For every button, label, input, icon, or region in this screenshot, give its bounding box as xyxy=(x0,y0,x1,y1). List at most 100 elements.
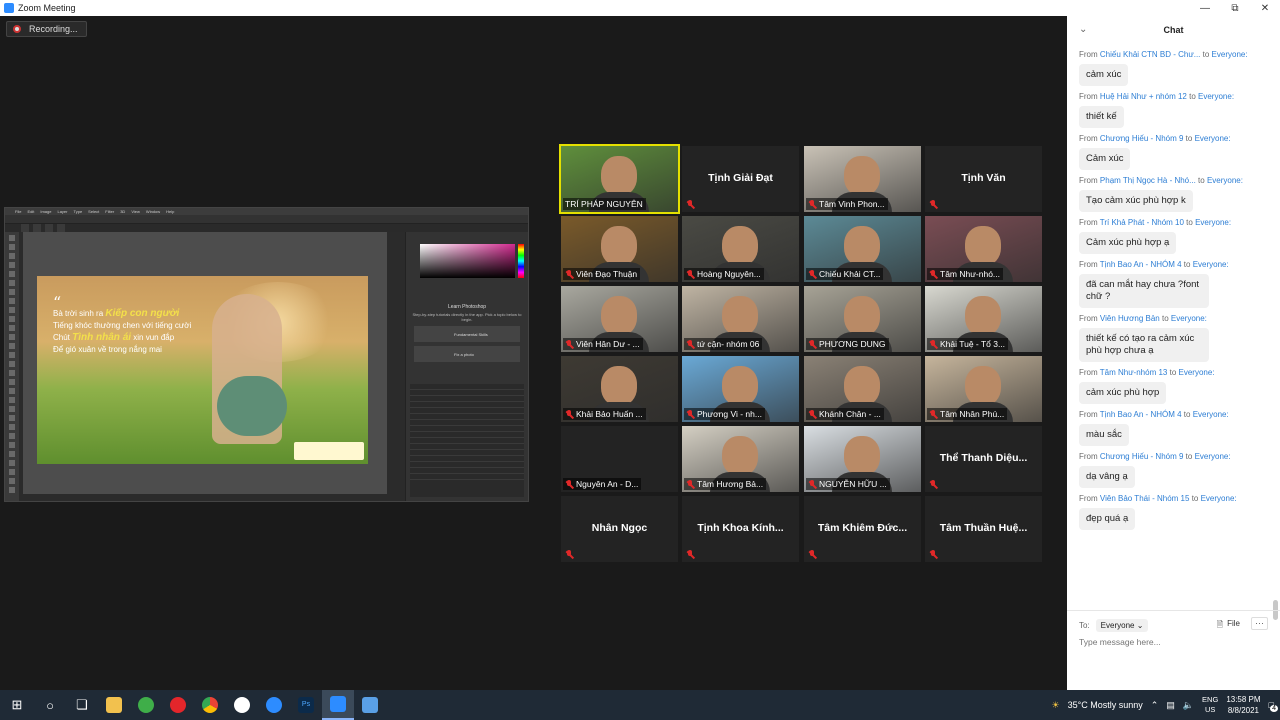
muted-mic-icon xyxy=(808,199,816,209)
participant-caption: Tâm Hương Bả... xyxy=(684,478,767,490)
chevron-down-icon[interactable]: ⌄ xyxy=(1079,24,1087,35)
network-icon[interactable]: ▤ xyxy=(1166,700,1175,711)
chat-sender-line: From Chương Hiếu - Nhóm 9 to Everyone: xyxy=(1079,134,1231,143)
recording-indicator[interactable]: Recording... xyxy=(6,21,87,37)
minimize-icon[interactable]: — xyxy=(1190,3,1220,14)
participant-caption: PHƯƠNG DUNG xyxy=(806,338,889,350)
chat-sender[interactable]: Tâm Như-nhóm 13 xyxy=(1100,368,1168,377)
shared-screen[interactable]: File Edit Image Layer Type Select Filter 3D View… xyxy=(4,207,529,502)
muted-mic-icon xyxy=(686,550,694,559)
file-explorer-icon[interactable] xyxy=(98,690,130,720)
file-button[interactable]: 🗎 File xyxy=(1217,619,1240,633)
chevron-up-icon[interactable]: ⌃ xyxy=(1151,700,1159,711)
volume-icon[interactable]: 🔈 xyxy=(1183,700,1194,711)
chat-sender[interactable]: Chương Hiếu - Nhóm 9 xyxy=(1100,134,1184,143)
chat-recipient: Everyone: xyxy=(1178,368,1215,377)
chat-sender[interactable]: Viên Hương Bản xyxy=(1100,314,1160,323)
participant-tile[interactable]: Tâm Hương Bả... xyxy=(682,426,799,492)
weather-icon: ☀ xyxy=(1051,699,1060,710)
participant-tile[interactable]: Nhân Ngọc xyxy=(561,496,678,562)
participant-tile[interactable]: Tịnh Khoa Kính... xyxy=(682,496,799,562)
chat-sender[interactable]: Huệ Hải Như + nhóm 12 xyxy=(1100,92,1187,101)
messenger-icon[interactable] xyxy=(226,690,258,720)
participant-tile[interactable]: tứ cận- nhóm 06 xyxy=(682,286,799,352)
restore-icon[interactable]: ⧉ xyxy=(1220,3,1250,14)
participant-tile[interactable]: Khải Bảo Huấn ... xyxy=(561,356,678,422)
windows-start-icon[interactable]: ⊞ xyxy=(0,690,34,720)
muted-mic-icon xyxy=(808,479,816,489)
photoshop-menu-item: Filter xyxy=(105,209,115,214)
participant-tile[interactable]: Hoàng Nguyên... xyxy=(682,216,799,282)
chat-message-text: đã can mắt hay chưa ?font chữ ? xyxy=(1079,274,1209,308)
participant-tile[interactable]: Tịnh Giải Đạt xyxy=(682,146,799,212)
participant-tile[interactable]: Thể Thanh Diệu... xyxy=(925,426,1042,492)
chrome-icon[interactable] xyxy=(194,690,226,720)
photoshop-options-bar xyxy=(5,215,528,224)
app-green-icon[interactable] xyxy=(130,690,162,720)
chat-scrollbar[interactable] xyxy=(1273,50,1278,620)
participant-tile[interactable]: PHƯƠNG DUNG xyxy=(804,286,921,352)
participant-tile[interactable]: Tâm Khiêm Đức... xyxy=(804,496,921,562)
weather-text[interactable]: 35°C Mostly sunny xyxy=(1068,700,1143,710)
photoshop-document-tabs xyxy=(5,224,528,232)
chat-recipient: Everyone: xyxy=(1198,92,1235,101)
participant-tile[interactable]: Tâm Vinh Phon... xyxy=(804,146,921,212)
participant-tile[interactable]: Chiếu Khải CT... xyxy=(804,216,921,282)
close-icon[interactable]: ✕ xyxy=(1250,3,1280,14)
participant-tile[interactable]: Phương Vi - nh... xyxy=(682,356,799,422)
chat-message-text: đẹp quá ạ xyxy=(1079,508,1136,530)
participant-tile[interactable]: Tâm Nhân Phú... xyxy=(925,356,1042,422)
chat-sender[interactable]: Viên Bảo Thái - Nhóm 15 xyxy=(1100,494,1190,503)
participant-tile[interactable]: Viên Hân Dư - ... xyxy=(561,286,678,352)
more-options-icon[interactable]: ⋯ xyxy=(1251,617,1268,630)
muted-mic-icon xyxy=(929,200,937,209)
participant-tile[interactable]: Viên Đạo Thuận xyxy=(561,216,678,282)
zoom-taskbar-icon[interactable] xyxy=(258,690,290,720)
chat-message: From Huệ Hải Như + nhóm 12 to Everyone: t… xyxy=(1079,90,1270,128)
participant-caption: tứ cận- nhóm 06 xyxy=(684,338,763,350)
participant-caption xyxy=(563,549,579,560)
participant-tile[interactable]: Tịnh Văn xyxy=(925,146,1042,212)
participant-name-large: Tâm Khiêm Đức... xyxy=(817,522,908,534)
recipient-select[interactable]: Everyone ⌄ xyxy=(1095,619,1149,632)
chat-message-input[interactable] xyxy=(1079,637,1259,647)
search-icon[interactable]: ○ xyxy=(34,690,66,720)
participant-caption: Hoàng Nguyên... xyxy=(684,268,764,280)
participant-tile[interactable]: Khải Tuệ - Tổ 3... xyxy=(925,286,1042,352)
language-indicator[interactable]: ENG US xyxy=(1202,695,1218,715)
zoom-meeting-taskbar-icon[interactable] xyxy=(322,690,354,720)
notification-icon[interactable]: □4 xyxy=(1269,700,1278,712)
chat-sender[interactable]: Tịnh Bao An - NHÓM 4 xyxy=(1100,260,1182,269)
recipient-row: To: Everyone ⌄ xyxy=(1079,619,1149,632)
participant-caption: Tâm Vinh Phon... xyxy=(806,198,888,210)
participant-tile[interactable]: Nguyên An - D... xyxy=(561,426,678,492)
photoshop-menu-bar: File Edit Image Layer Type Select Filter 3D View… xyxy=(5,208,528,215)
chat-recipient: Everyone: xyxy=(1211,50,1248,59)
chat-sender[interactable]: Tịnh Bao An - NHÓM 4 xyxy=(1100,410,1182,419)
participant-tile[interactable]: Khánh Chân - ... xyxy=(804,356,921,422)
participant-tile[interactable]: TRÍ PHÁP NGUYÊN xyxy=(559,144,680,214)
chat-sender[interactable]: Phạm Thị Ngọc Hà - Nhó... xyxy=(1100,176,1196,185)
muted-mic-icon xyxy=(929,339,937,349)
zoom-app-icon xyxy=(4,3,14,13)
clock[interactable]: 13:58 PM 8/8/2021 xyxy=(1226,694,1260,716)
participant-tile[interactable]: NGUYỄN HỮU ... xyxy=(804,426,921,492)
chat-sender[interactable]: Trí Khả Phát - Nhóm 10 xyxy=(1100,218,1184,227)
photoshop-menu-item: Image xyxy=(40,209,52,214)
participant-caption: Chiếu Khải CT... xyxy=(806,268,884,280)
participant-tile[interactable]: Tâm Như-nhó... xyxy=(925,216,1042,282)
app-blue-icon[interactable] xyxy=(354,690,386,720)
chat-sender[interactable]: Chương Hiếu - Nhóm 9 xyxy=(1100,452,1184,461)
opera-icon[interactable] xyxy=(162,690,194,720)
participant-caption: NGUYỄN HỮU ... xyxy=(806,478,890,490)
task-view-icon[interactable]: ❏ xyxy=(66,690,98,720)
participant-tile[interactable]: Tâm Thuần Huệ... xyxy=(925,496,1042,562)
photoshop-icon[interactable]: Ps xyxy=(290,690,322,720)
chat-sender[interactable]: Chiếu Khải CTN BD - Chư... xyxy=(1100,50,1201,59)
muted-mic-icon xyxy=(929,269,937,279)
muted-mic-icon xyxy=(686,479,694,489)
chat-recipient: Everyone: xyxy=(1200,494,1237,503)
participant-caption: Phương Vi - nh... xyxy=(684,408,765,420)
participant-name: Hoàng Nguyên... xyxy=(697,269,761,279)
participant-caption xyxy=(927,549,943,560)
